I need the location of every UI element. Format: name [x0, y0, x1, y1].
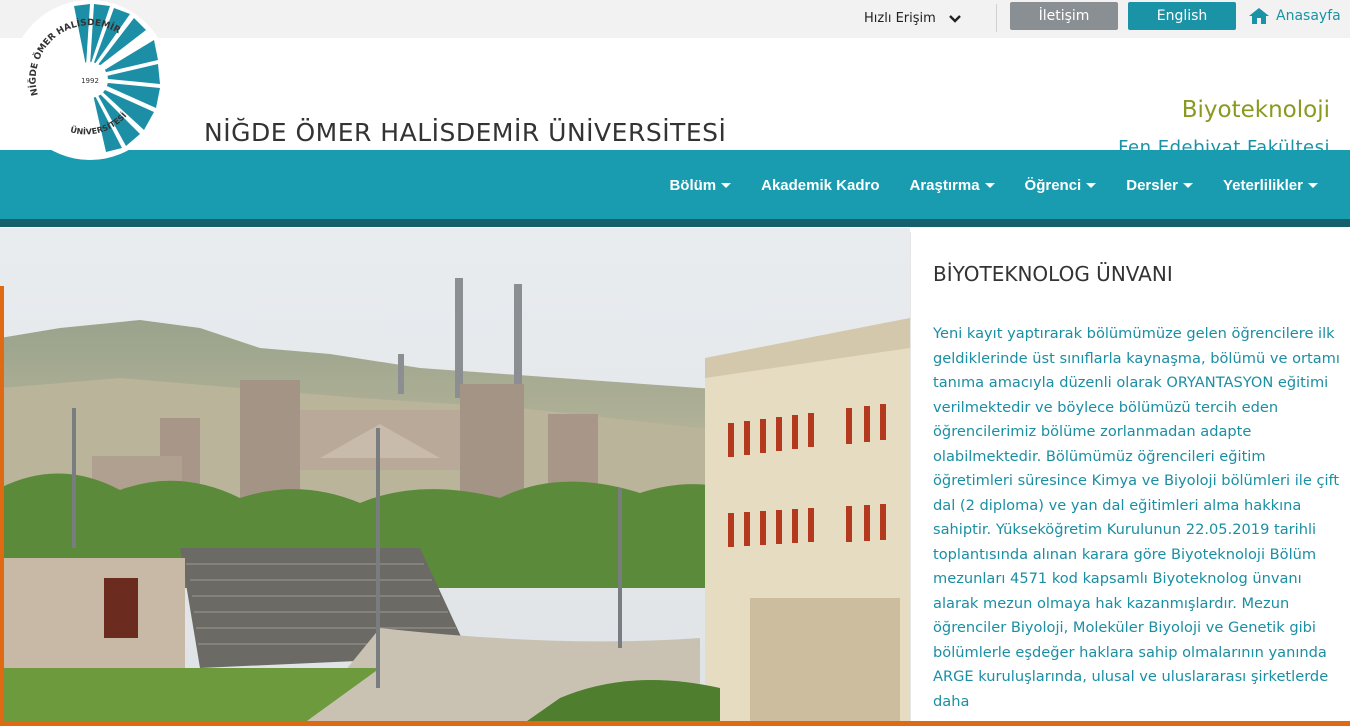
main-navigation: Bölüm Akademik Kadro Araştırma Öğrenci D…	[0, 150, 1350, 220]
language-button[interactable]: English	[1128, 2, 1236, 30]
panel-body-text: Yeni kayıt yaptırarak bölümümüze gelen ö…	[933, 325, 1340, 710]
caret-down-icon	[1308, 182, 1318, 188]
nav-bottom-border	[0, 219, 1350, 227]
nav-item-dersler[interactable]: Dersler	[1126, 177, 1193, 194]
nav-item-ogrenci[interactable]: Öğrenci	[1025, 177, 1097, 194]
quick-access-label: Hızlı Erişim	[864, 11, 936, 26]
nav-item-yeterlilikler[interactable]: Yeterlilikler	[1223, 177, 1318, 194]
home-label: Anasayfa	[1276, 8, 1341, 24]
nav-menu: Bölüm Akademik Kadro Araştırma Öğrenci D…	[639, 150, 1318, 220]
left-accent-bar	[0, 286, 4, 726]
home-icon	[1249, 8, 1269, 24]
caret-down-icon	[1086, 182, 1097, 188]
info-panel: BİYOTEKNOLOG ÜNVANI Yeni kayıt yaptırara…	[910, 232, 1350, 726]
site-header: NİĞDE ÖMER HALİSDEMİR ÜNİVERSİTESİ Biyot…	[0, 38, 1350, 158]
logo-emblem: 1992 NİĞDE ÖMER HALİSDEMİR ÜNİVERSİTESİ	[18, 4, 162, 152]
university-logo[interactable]: 1992 NİĞDE ÖMER HALİSDEMİR ÜNİVERSİTESİ	[10, 0, 170, 160]
nav-item-label: Yeterlilikler	[1222, 176, 1303, 194]
bottom-accent-line	[0, 721, 1350, 726]
campus-photo-illustration	[0, 228, 910, 726]
caret-down-icon	[984, 182, 995, 188]
nav-item-label: Dersler	[1126, 176, 1178, 194]
nav-item-label: Akademik Kadro	[761, 176, 880, 194]
nav-item-label: Araştırma	[909, 176, 980, 194]
home-link[interactable]: Anasayfa	[1248, 0, 1341, 32]
divider	[996, 4, 997, 32]
nav-item-label: Öğrenci	[1024, 176, 1082, 194]
top-utility-bar: Hızlı Erişim İletişim English Anasayfa	[0, 0, 1350, 38]
hero-campus-image	[0, 228, 910, 726]
logo-year: 1992	[81, 77, 99, 85]
caret-down-icon	[1182, 182, 1193, 188]
university-name[interactable]: NİĞDE ÖMER HALİSDEMİR ÜNİVERSİTESİ	[204, 118, 726, 147]
quick-access-dropdown[interactable]: Hızlı Erişim	[864, 0, 964, 38]
chevron-down-icon	[948, 15, 961, 23]
nav-item-akademik-kadro[interactable]: Akademik Kadro	[761, 177, 879, 194]
nav-item-arastirma[interactable]: Araştırma	[910, 177, 995, 194]
nav-item-label: Bölüm	[669, 176, 717, 194]
caret-down-icon	[721, 182, 732, 188]
panel-title: BİYOTEKNOLOG ÜNVANI	[933, 262, 1173, 286]
contact-button[interactable]: İletişim	[1010, 2, 1118, 30]
department-name[interactable]: Biyoteknoloji	[1182, 97, 1330, 123]
nav-item-bolum[interactable]: Bölüm	[669, 176, 732, 194]
